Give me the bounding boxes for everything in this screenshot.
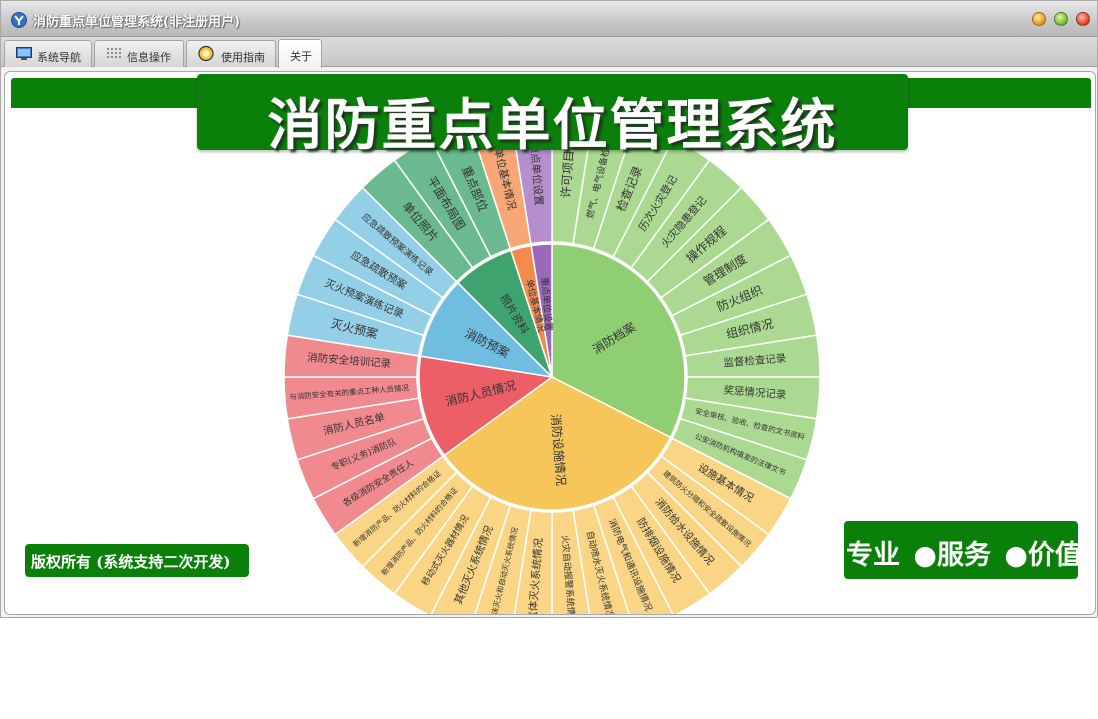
monitor-icon [16,47,32,60]
tab-about[interactable]: 关于 [278,39,322,68]
maximize-button[interactable] [1054,12,1068,26]
app-logo-icon [11,12,27,28]
slogan-part: ●价值 [1004,540,1082,571]
grid-icon [107,48,121,58]
slogan-part: 专业 [846,540,900,571]
tab-label: 关于 [290,50,312,63]
window-title: 消防重点单位管理系统(非注册用户) [33,15,240,30]
tab-label: 系统导航 [37,51,81,64]
app-window: 消防重点单位管理系统(非注册用户) 系统导航 信息操作 使用指南 关于 消防档案… [0,0,1098,618]
content-area: 消防档案 许可项目 燃气、电气设备检测 检查记录 历次火灾登记 火灾隐患登记 操作规程 管理制… [4,71,1096,615]
guide-icon [198,45,214,62]
tab-user-guide[interactable]: 使用指南 [186,40,276,67]
copyright-badge: 版权所有 (系统支持二次开发) [25,544,249,577]
close-button[interactable] [1076,12,1090,26]
tab-information-operation[interactable]: 信息操作 [94,40,184,67]
tab-label: 使用指南 [221,51,265,64]
banner-title: 消防重点单位管理系统 [267,93,838,157]
slogan-part: ●服务 [913,540,991,571]
tab-system-navigation[interactable]: 系统导航 [4,40,92,67]
tab-label: 信息操作 [127,51,171,64]
title-bar[interactable]: 消防重点单位管理系统(非注册用户) [1,1,1097,37]
banner: 消防重点单位管理系统 [197,74,908,157]
slogan-badge: 专业 ●服务 ●价值 [844,521,1082,579]
minimize-button[interactable] [1032,12,1046,26]
tab-bar: 系统导航 信息操作 使用指南 关于 [1,37,1097,68]
